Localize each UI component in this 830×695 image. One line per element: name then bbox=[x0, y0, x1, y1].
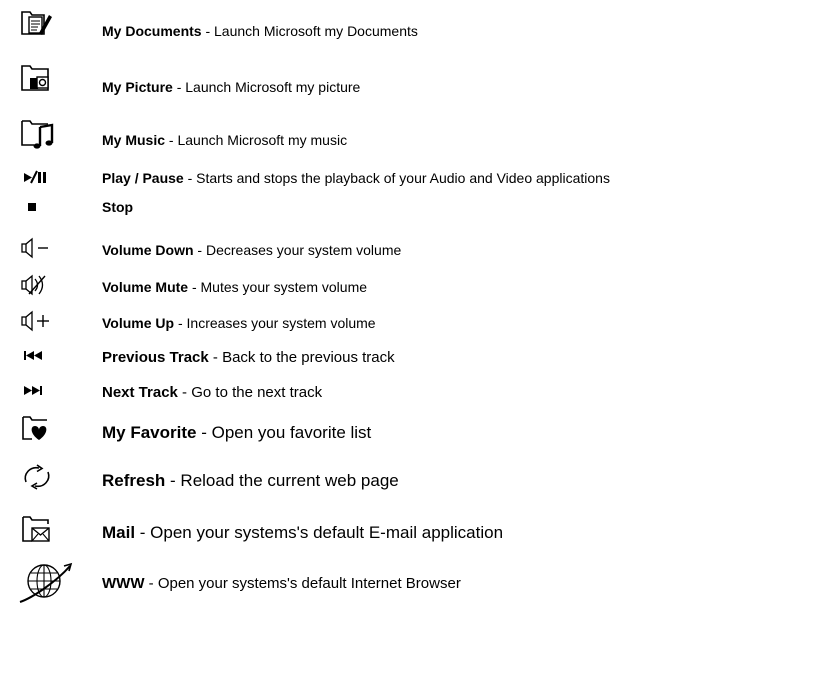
item-title: Stop bbox=[102, 199, 134, 215]
item-desc: - Launch Microsoft my music bbox=[165, 132, 348, 148]
stop-icon bbox=[18, 196, 60, 236]
picture-folder-icon bbox=[18, 60, 60, 100]
mail-folder-icon bbox=[18, 510, 60, 550]
play-pause-icon bbox=[18, 160, 60, 200]
volume-down-icon bbox=[18, 232, 60, 272]
item-title: Volume Mute bbox=[102, 279, 189, 295]
favorite-folder-icon bbox=[18, 410, 60, 450]
item-text: WWW - Open your systems's default Intern… bbox=[102, 576, 461, 591]
item-title: Mail bbox=[102, 523, 136, 542]
item-text: My Favorite - Open you favorite list bbox=[102, 424, 371, 441]
item-desc: - Increases your system volume bbox=[174, 315, 376, 331]
item-text: Play / Pause - Starts and stops the play… bbox=[102, 171, 610, 185]
volume-mute-icon bbox=[18, 268, 60, 308]
documents-folder-icon bbox=[18, 6, 60, 46]
item-text: Volume Mute - Mutes your system volume bbox=[102, 280, 367, 294]
item-desc: - Open your systems's default Internet B… bbox=[144, 575, 461, 592]
item-desc: - Go to the next track bbox=[177, 384, 323, 401]
item-desc: - Decreases your system volume bbox=[193, 242, 402, 258]
item-title: My Documents bbox=[102, 23, 202, 39]
item-title: WWW bbox=[102, 575, 145, 592]
item-desc: - Back to the previous track bbox=[208, 349, 395, 366]
item-text: My Music - Launch Microsoft my music bbox=[102, 133, 347, 147]
item-title: Volume Up bbox=[102, 315, 175, 331]
music-folder-icon bbox=[18, 115, 60, 155]
previous-track-icon bbox=[18, 340, 60, 380]
item-title: Next Track bbox=[102, 384, 178, 401]
item-text: Previous Track - Back to the previous tr… bbox=[102, 350, 395, 365]
item-title: My Favorite bbox=[102, 423, 197, 442]
refresh-icon bbox=[18, 460, 60, 500]
item-desc: - Starts and stops the playback of your … bbox=[183, 170, 610, 186]
item-desc: - Launch Microsoft my Documents bbox=[201, 23, 418, 39]
item-text: Next Track - Go to the next track bbox=[102, 385, 322, 400]
item-text: Stop bbox=[102, 200, 133, 214]
item-text: Mail - Open your systems's default E-mai… bbox=[102, 524, 503, 541]
item-text: Volume Down - Decreases your system volu… bbox=[102, 243, 401, 257]
item-title: My Music bbox=[102, 132, 166, 148]
item-desc: - Launch Microsoft my picture bbox=[172, 79, 361, 95]
next-track-icon bbox=[18, 375, 60, 415]
item-title: Refresh bbox=[102, 471, 166, 490]
item-title: Play / Pause bbox=[102, 170, 184, 186]
item-text: Refresh - Reload the current web page bbox=[102, 472, 399, 489]
item-text: My Picture - Launch Microsoft my picture bbox=[102, 80, 360, 94]
item-desc: - Open you favorite list bbox=[196, 423, 372, 442]
item-desc: - Mutes your system volume bbox=[188, 279, 368, 295]
globe-icon bbox=[14, 558, 78, 608]
item-desc: - Reload the current web page bbox=[165, 471, 399, 490]
item-title: Previous Track bbox=[102, 349, 209, 366]
item-desc: - Open your systems's default E-mail app… bbox=[135, 523, 504, 542]
item-text: My Documents - Launch Microsoft my Docum… bbox=[102, 24, 418, 38]
item-text: Volume Up - Increases your system volume bbox=[102, 316, 376, 330]
volume-up-icon bbox=[18, 305, 60, 345]
item-title: Volume Down bbox=[102, 242, 194, 258]
item-title: My Picture bbox=[102, 79, 173, 95]
